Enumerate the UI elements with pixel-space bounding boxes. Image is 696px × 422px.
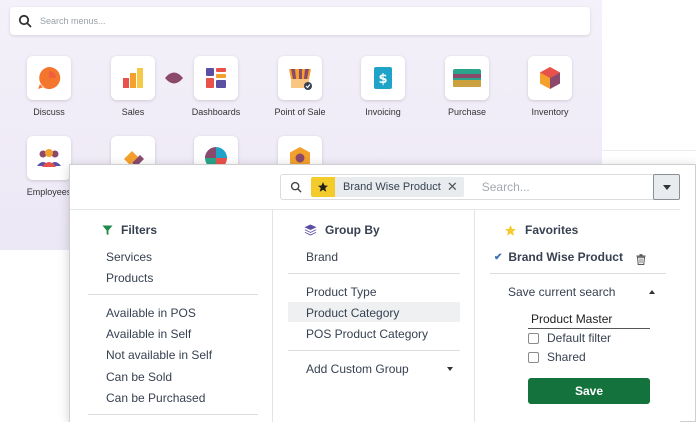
search-icon — [290, 181, 302, 193]
search-panel-toggle-button[interactable] — [653, 174, 680, 200]
discuss-icon — [38, 66, 61, 89]
default-filter-label: Default filter — [547, 331, 612, 345]
menu-search-placeholder: Search menus... — [40, 16, 106, 26]
search-view[interactable]: Brand Wise Product ✕ Search... — [280, 174, 680, 200]
group-by-item-pos-product-category[interactable]: POS Product Category — [306, 327, 428, 341]
app-discuss[interactable]: Discuss — [14, 56, 84, 117]
filter-item-can-be-purchased[interactable]: Can be Purchased — [106, 391, 205, 405]
app-label: Inventory — [531, 107, 569, 117]
invoicing-icon: $ — [374, 67, 392, 89]
layers-icon — [304, 224, 317, 236]
app-dashboards[interactable]: Dashboards — [181, 56, 251, 117]
search-panel-header: Brand Wise Product ✕ Search... — [70, 165, 695, 209]
favorite-name-input[interactable] — [528, 310, 650, 329]
trash-icon[interactable] — [636, 252, 646, 270]
filter-item-can-be-sold[interactable]: Can be Sold — [106, 370, 172, 384]
shared-label: Shared — [547, 350, 586, 364]
app-label: Invoicing — [365, 107, 401, 117]
filters-divider — [88, 414, 258, 415]
search-dropdown: Filters Services Products Available in P… — [70, 209, 680, 422]
group-by-divider — [288, 350, 460, 351]
group-by-item-brand[interactable]: Brand — [306, 250, 338, 264]
caret-down-icon — [447, 367, 453, 371]
group-by-column: Group By Brand Product Type Product Cate… — [274, 210, 475, 422]
group-by-divider — [288, 273, 460, 274]
favorite-facet: Brand Wise Product ✕ — [311, 177, 464, 197]
sales-icon — [123, 68, 143, 88]
star-icon — [505, 224, 516, 236]
search-icon — [18, 14, 32, 28]
group-by-item-product-type[interactable]: Product Type — [306, 285, 377, 299]
app-sales[interactable]: Sales — [98, 56, 168, 117]
app-label: Discuss — [33, 107, 65, 117]
purchase-icon — [453, 69, 481, 87]
group-by-item-product-category[interactable]: Product Category — [306, 306, 399, 320]
filter-item-services[interactable]: Services — [106, 250, 152, 264]
dashboards-icon — [206, 68, 226, 88]
filter-icon — [102, 224, 113, 235]
menu-search-bar[interactable]: Search menus... — [10, 7, 590, 35]
default-filter-checkbox-row[interactable]: Default filter — [528, 331, 611, 345]
save-current-search-toggle[interactable]: Save current search — [508, 285, 615, 299]
filters-header: Filters — [102, 223, 157, 237]
filter-item-products[interactable]: Products — [106, 271, 153, 285]
default-filter-checkbox[interactable] — [528, 332, 539, 344]
app-label: Sales — [121, 107, 145, 117]
app-label: Point of Sale — [274, 107, 326, 117]
filters-column: Filters Services Products Available in P… — [70, 210, 273, 422]
shared-checkbox-row[interactable]: Shared — [528, 350, 586, 364]
favorites-column: Favorites ✔ Brand Wise Product Save curr… — [476, 210, 680, 422]
app-point-of-sale[interactable]: Point of Sale — [265, 56, 335, 117]
filter-item-available-in-self[interactable]: Available in Self — [106, 327, 191, 341]
inventory-icon — [540, 67, 560, 89]
app-invoicing[interactable]: $ Invoicing — [348, 56, 418, 117]
filters-divider — [88, 294, 258, 295]
employees-icon — [37, 149, 61, 167]
caret-down-icon — [662, 184, 671, 190]
app-purchase[interactable]: Purchase — [432, 56, 502, 117]
checkmark-icon: ✔ — [494, 251, 503, 263]
caret-up-icon — [649, 290, 655, 294]
point-of-sale-icon — [289, 69, 312, 90]
app-label: Dashboards — [191, 107, 241, 117]
save-button[interactable]: Save — [528, 378, 650, 404]
filter-item-available-in-pos[interactable]: Available in POS — [106, 306, 196, 320]
group-by-header: Group By — [304, 223, 380, 237]
add-custom-group-select[interactable]: Add Custom Group — [306, 362, 409, 376]
app-inventory[interactable]: Inventory — [515, 56, 585, 117]
star-icon — [318, 182, 328, 192]
remove-facet-icon[interactable]: ✕ — [447, 179, 464, 195]
filter-item-not-available-in-self[interactable]: Not available in Self — [106, 348, 212, 362]
app-label: Purchase — [447, 107, 487, 117]
favorite-item-active[interactable]: ✔ Brand Wise Product — [494, 250, 623, 264]
search-panel: Brand Wise Product ✕ Search... Filters S… — [69, 164, 696, 422]
search-placeholder[interactable]: Search... — [482, 180, 530, 194]
shared-checkbox[interactable] — [528, 351, 539, 363]
facet-label: Brand Wise Product — [343, 181, 441, 193]
svg-text:$: $ — [378, 72, 387, 87]
favorites-header: Favorites — [504, 223, 578, 237]
favorites-divider — [490, 273, 666, 274]
